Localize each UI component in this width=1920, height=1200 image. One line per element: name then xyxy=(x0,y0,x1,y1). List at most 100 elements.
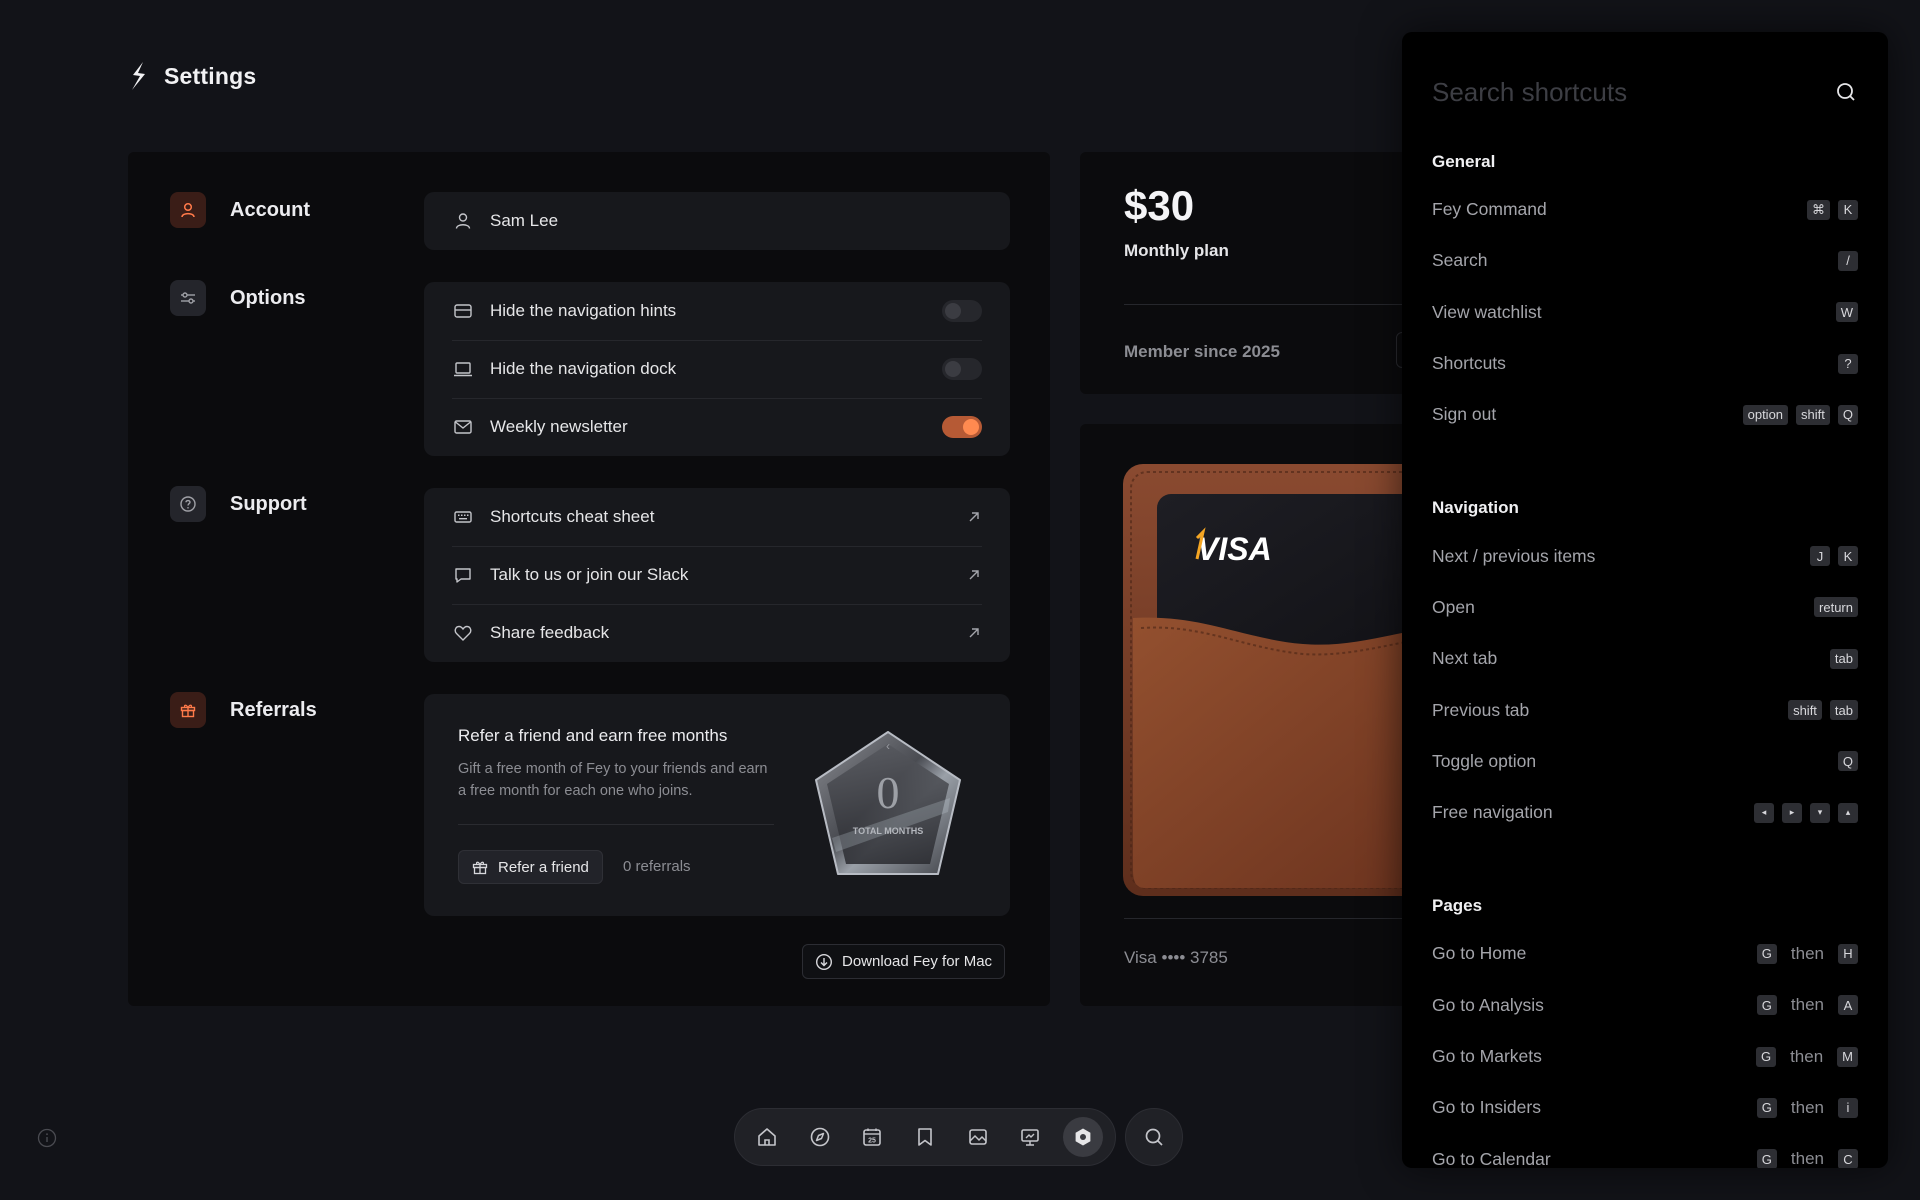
shortcut-label: Sign out xyxy=(1432,404,1497,425)
calendar-day: 25 xyxy=(868,1138,876,1145)
shortcut-search-input[interactable] xyxy=(1432,76,1834,108)
wallet-illustration: VISA xyxy=(1123,464,1420,896)
toggle-newsletter[interactable] xyxy=(942,416,982,438)
member-since: Member since 2025 xyxy=(1124,342,1280,361)
option-row-hide-dock[interactable]: Hide the navigation dock xyxy=(424,340,1010,398)
settings-panel: Account Options Support Referrals Sam Le… xyxy=(128,152,1050,1006)
key-cap: W xyxy=(1835,302,1858,323)
option-row-newsletter[interactable]: Weekly newsletter xyxy=(424,398,1010,456)
key-cap: ▸ xyxy=(1782,802,1802,823)
presentation-icon[interactable] xyxy=(1011,1117,1051,1157)
shortcut-row[interactable]: Go to Home Gthen H xyxy=(1432,928,1858,979)
shortcut-keys: Gthen i xyxy=(1756,1097,1858,1118)
key-cap: shift xyxy=(1788,700,1822,721)
then-label: then xyxy=(1790,995,1824,1015)
visa-brand: VISA xyxy=(1197,531,1272,567)
shortcut-row[interactable]: Go to Calendar Gthen C xyxy=(1432,1133,1858,1168)
shortcut-row[interactable]: Next / previous items J K xyxy=(1432,530,1858,581)
image-icon[interactable] xyxy=(958,1117,998,1157)
shortcut-row[interactable]: Fey Command ⌘ K xyxy=(1432,184,1858,235)
key-cap: option xyxy=(1742,404,1789,425)
shortcut-list: General Fey Command ⌘ K Search / View watchlis… xyxy=(1432,140,1858,1168)
shortcut-row[interactable]: Go to Insiders Gthen i xyxy=(1432,1082,1858,1133)
shortcut-row[interactable]: Next tab tab xyxy=(1432,633,1858,684)
arrow-up-right-icon xyxy=(969,628,979,638)
badge-label: TOTAL MONTHS xyxy=(853,826,924,836)
search-icon xyxy=(1145,1128,1163,1146)
option-row-hide-hints[interactable]: Hide the navigation hints xyxy=(424,282,1010,340)
shortcut-label: Next / previous items xyxy=(1432,545,1596,566)
key-cap: ▴ xyxy=(1838,802,1858,823)
user-icon xyxy=(452,210,474,232)
section-title-referrals: Referrals xyxy=(230,698,317,721)
navigation-dock: 25 xyxy=(734,1108,1116,1166)
key-cap: J xyxy=(1810,546,1830,567)
shortcut-keys: JK xyxy=(1810,546,1858,567)
refer-friend-button[interactable]: Refer a friend xyxy=(458,850,603,884)
download-mac-button[interactable]: Download Fey for Mac xyxy=(802,944,1006,979)
bookmark-icon[interactable] xyxy=(905,1117,945,1157)
referral-description: Gift a free month of Fey to your friends… xyxy=(458,761,768,799)
shortcut-label: Go to Analysis xyxy=(1432,994,1544,1015)
page-title: Settings xyxy=(164,62,257,89)
shortcuts-panel: GeneralFey Command⌘KSearch/View watchlis… xyxy=(1402,32,1888,1168)
shortcut-row[interactable]: Sign out option shift Q xyxy=(1432,389,1858,440)
then-label: then xyxy=(1790,1046,1824,1066)
shortcut-row[interactable]: Shortcuts? xyxy=(1432,338,1858,389)
options-card: Hide the navigation hints Hide the navig… xyxy=(424,282,1010,456)
toggle-hide-dock[interactable] xyxy=(942,358,982,380)
card-number: Visa •••• 3785 xyxy=(1124,948,1228,967)
compass-icon[interactable] xyxy=(800,1117,840,1157)
toggle-hide-hints[interactable] xyxy=(942,300,982,322)
hint-icon xyxy=(452,300,474,322)
support-row-cheat-sheet[interactable]: Shortcuts cheat sheet xyxy=(424,488,1010,546)
shortcut-label: Open xyxy=(1432,596,1475,617)
shortcut-row[interactable]: Go to Analysis Gthen A xyxy=(1432,980,1858,1031)
key-cap: ? xyxy=(1838,353,1858,374)
support-row-slack[interactable]: Talk to us or join our Slack xyxy=(424,546,1010,604)
key-cap: ◂ xyxy=(1754,802,1774,823)
support-label: Talk to us or join our Slack xyxy=(490,565,689,584)
account-name-row[interactable]: Sam Lee xyxy=(424,192,1010,250)
plan-panel: $30 Monthly plan Member since 2025 xyxy=(1080,152,1420,394)
shortcut-keys: ? xyxy=(1838,353,1858,374)
shortcut-row[interactable]: Free navigation ◂ ▸ ▾ ▴ xyxy=(1432,787,1858,838)
sliders-icon xyxy=(170,280,206,316)
shortcut-group-title: Pages xyxy=(1432,896,1483,916)
referral-title: Refer a friend and earn free months xyxy=(458,726,728,745)
shortcut-row[interactable]: Open return xyxy=(1432,582,1858,633)
referral-card: Refer a friend and earn free months Gift… xyxy=(424,694,1010,916)
shortcut-keys: shift tab xyxy=(1788,700,1858,721)
settings-icon[interactable] xyxy=(1063,1117,1104,1157)
plan-price: $30 xyxy=(1124,182,1195,229)
shortcut-row[interactable]: Go to Markets Gthen M xyxy=(1432,1031,1858,1082)
key-cap: M xyxy=(1837,1046,1858,1067)
info-icon[interactable] xyxy=(37,1128,57,1148)
shortcut-search xyxy=(1432,72,1858,112)
keyboard-icon xyxy=(452,506,474,528)
shortcut-group-spacer xyxy=(1432,838,1858,884)
shortcut-keys: option shift Q xyxy=(1742,404,1858,425)
shortcut-row[interactable]: Search / xyxy=(1432,235,1858,286)
shortcut-keys: Gthen A xyxy=(1756,995,1858,1016)
shortcut-row[interactable]: View watchlist W xyxy=(1432,287,1858,338)
dock-search-button[interactable] xyxy=(1125,1108,1183,1166)
key-cap: H xyxy=(1838,943,1858,964)
key-cap: return xyxy=(1814,597,1858,618)
then-label: then xyxy=(1790,1149,1824,1168)
calendar-icon[interactable]: 25 xyxy=(852,1117,892,1157)
support-row-feedback[interactable]: Share feedback xyxy=(424,604,1010,662)
shortcut-row[interactable]: Previous tab shift tab xyxy=(1432,684,1858,735)
account-card: Sam Lee xyxy=(424,192,1010,250)
shortcut-keys: Gthen H xyxy=(1756,943,1858,964)
gift-icon xyxy=(170,692,206,728)
shortcut-keys: Gthen C xyxy=(1756,1149,1858,1168)
key-cap: / xyxy=(1838,250,1858,271)
shortcut-group-title: Navigation xyxy=(1432,498,1519,518)
referral-badge: 0 TOTAL MONTHS ‹ xyxy=(815,731,961,875)
shortcut-label: Shortcuts xyxy=(1432,353,1506,374)
support-label: Shortcuts cheat sheet xyxy=(490,507,655,526)
shortcut-row[interactable]: Toggle option Q xyxy=(1432,736,1858,787)
search-icon[interactable] xyxy=(1834,80,1858,104)
home-icon[interactable] xyxy=(747,1117,787,1157)
